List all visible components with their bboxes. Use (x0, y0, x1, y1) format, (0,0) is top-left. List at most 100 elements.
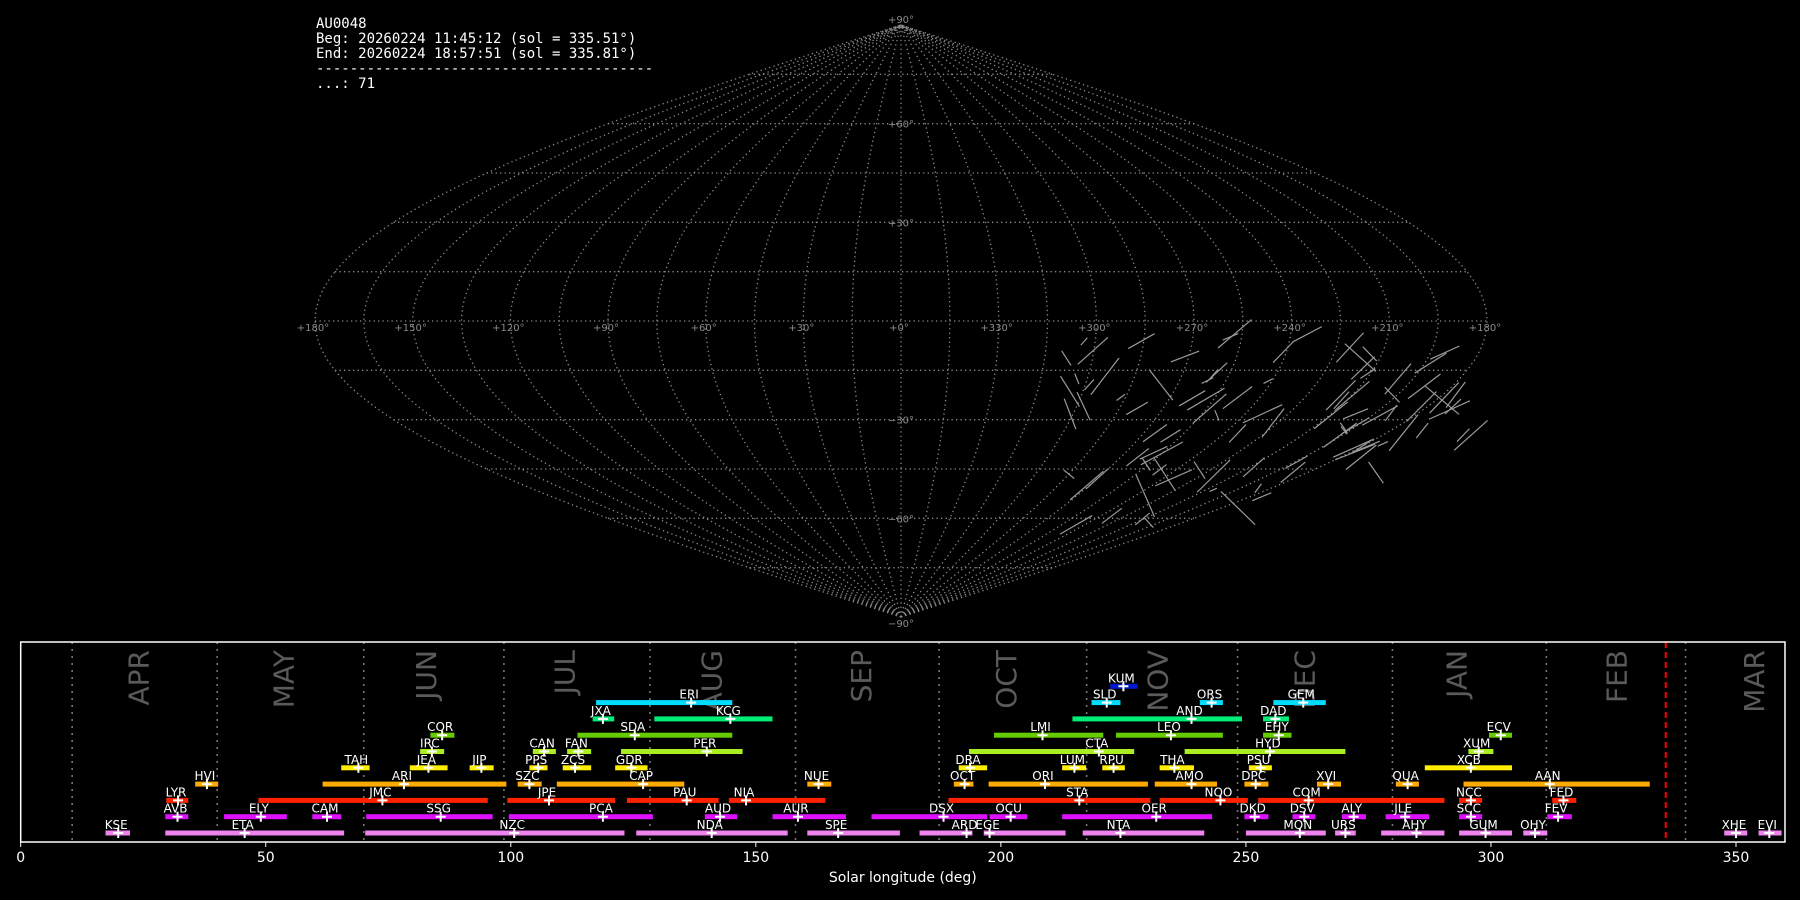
shower-peak-marker (423, 762, 434, 773)
meteor-trail (1222, 385, 1253, 410)
latitude-label: −60° (888, 514, 914, 525)
longitude-label: +180° (297, 323, 329, 334)
shower-peak-marker (938, 811, 949, 822)
shower-peak-marker (1465, 795, 1476, 806)
meteor-trail (1242, 457, 1265, 478)
shower-peak-marker (1480, 828, 1491, 838)
shower-label: JMC (368, 785, 391, 799)
meteor-trail (1228, 424, 1247, 443)
longitude-label: +0° (889, 323, 909, 334)
x-tick-label: 350 (1723, 850, 1750, 866)
shower-peak-marker (1206, 697, 1217, 708)
shower-peak-marker (1348, 811, 1359, 822)
shower-label: LYR (166, 785, 187, 799)
meteor-trail (1063, 398, 1077, 430)
shower-label: ETA (232, 818, 255, 832)
shower-peak-marker (629, 730, 640, 741)
meridian-line (412, 24, 902, 618)
shower-bar-ely (224, 814, 287, 820)
shower-peak-marker (1294, 828, 1305, 838)
month-label: FEB (1600, 650, 1633, 703)
shower-peak-marker (1299, 811, 1310, 822)
shower-bar-gdr (615, 765, 648, 771)
shower-bar-sta (948, 797, 1151, 803)
shower-peak-marker (1005, 811, 1016, 822)
meteor-trail (1074, 373, 1080, 385)
shower-bar-urs (1335, 830, 1356, 836)
shower-label: JIP (471, 753, 486, 767)
shower-bar-aly (1341, 814, 1366, 820)
shower-peak-marker (1249, 811, 1260, 822)
month-label: MAY (267, 649, 300, 708)
meteor-trail (1414, 352, 1447, 374)
shower-peak-marker (701, 746, 712, 757)
longitude-label: +180° (1469, 323, 1501, 334)
x-tick-label: 300 (1478, 850, 1505, 866)
shower-label: ZCS (561, 753, 585, 767)
shower-peak-marker (398, 779, 409, 790)
shower-bar-ors (1199, 700, 1223, 706)
shower-label: DKD (1240, 802, 1266, 816)
meteor-trail (1069, 470, 1104, 501)
shower-bar-com (1258, 797, 1445, 803)
shower-peak-marker (1764, 828, 1775, 838)
shower-bar-kcg (654, 716, 773, 722)
shower-bar-ahy (1381, 830, 1445, 836)
shower-peak-marker (113, 828, 124, 838)
shower-label: AND (1176, 704, 1202, 718)
shower-bar-avb (165, 814, 189, 820)
shower-label: XHE (1722, 818, 1747, 832)
meteor-trail (1453, 420, 1488, 451)
meteor-trail (1084, 379, 1095, 391)
shower-label: ECV (1487, 720, 1512, 734)
meteor-trail (1061, 350, 1072, 366)
month-label: AUG (696, 650, 729, 711)
shower-bar-cta (969, 749, 1135, 754)
longitude-label: +240° (1273, 323, 1305, 334)
shower-bar-gum (1459, 830, 1513, 836)
shower-label: AVB (164, 802, 188, 816)
shower-bar-xum (1468, 749, 1494, 754)
shower-bar-can (532, 749, 556, 754)
x-tick-label: 0 (16, 850, 25, 866)
shower-bar-scc (1459, 814, 1483, 820)
shower-peak-marker (741, 795, 752, 806)
shower-peak-marker (1093, 746, 1104, 757)
shower-bar-cor (430, 732, 455, 738)
meteor-trail (1384, 363, 1412, 395)
shower-bar-cap (556, 781, 685, 787)
shower-bar-dkd (1244, 814, 1269, 820)
shower-peak-marker (1400, 811, 1411, 822)
meridian-line (900, 24, 1146, 618)
shower-peak-marker (638, 779, 649, 790)
shower-label: KSE (105, 818, 128, 832)
shower-bar-dad (1263, 716, 1290, 722)
shower-label: GUM (1469, 818, 1497, 832)
shower-peak-marker (715, 811, 726, 822)
meteor-trail (1362, 346, 1378, 362)
shower-label: ORS (1197, 688, 1222, 702)
shower-label: SCC (1457, 802, 1481, 816)
shower-bar-fed (1552, 797, 1577, 803)
shower-bar-jip (469, 765, 494, 771)
shower-peak-marker (1340, 828, 1351, 838)
shower-peak-marker (201, 779, 212, 790)
shower-bar-qua (1395, 781, 1419, 787)
shower-peak-marker (544, 795, 555, 806)
shower-label: OHY (1520, 818, 1546, 832)
shower-bar-per (621, 749, 743, 754)
shower-bar-aud (704, 814, 738, 820)
shower-peak-marker (1473, 746, 1484, 757)
shower-peak-marker (435, 811, 446, 822)
meteor-trail (1342, 408, 1369, 420)
meteor-trail (1192, 393, 1227, 424)
shower-peak-marker (792, 811, 803, 822)
shower-label: NIA (734, 785, 756, 799)
meteor-trail (1429, 382, 1460, 414)
meteor-trail (1252, 492, 1272, 502)
shower-bar-ncc (1459, 797, 1483, 803)
shower-peak-marker (377, 795, 388, 806)
shower-peak-marker (255, 811, 266, 822)
shower-bar-pau (626, 797, 719, 803)
shower-label: STA (1066, 785, 1089, 799)
